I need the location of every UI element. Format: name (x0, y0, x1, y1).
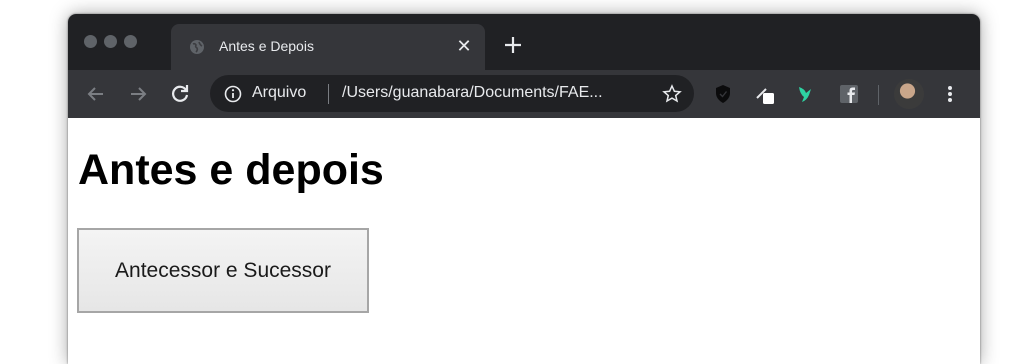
facebook-extension-icon[interactable] (838, 83, 860, 105)
address-separator (328, 84, 329, 104)
pen-extension-icon[interactable] (754, 83, 776, 105)
page-content: Antes e depois Antecessor e Sucessor (68, 118, 980, 364)
close-tab-icon[interactable]: ✕ (454, 35, 474, 57)
tab-strip: Antes e Depois ✕ (68, 14, 980, 70)
bird-extension-icon[interactable] (794, 83, 816, 105)
minimize-window-button[interactable] (104, 35, 117, 48)
info-icon[interactable] (224, 85, 242, 103)
shield-extension-icon[interactable] (712, 83, 734, 105)
forward-arrow-icon[interactable] (126, 82, 150, 106)
toolbar-separator (878, 85, 879, 105)
avatar[interactable] (894, 79, 924, 109)
new-tab-plus-icon[interactable] (502, 34, 524, 56)
reload-icon[interactable] (168, 82, 192, 106)
address-bar[interactable]: Arquivo /Users/guanabara/Documents/FAE..… (210, 75, 694, 112)
tab-title: Antes e Depois (219, 38, 314, 54)
url-text[interactable]: /Users/guanabara/Documents/FAE... (342, 84, 652, 102)
star-icon[interactable] (662, 84, 682, 104)
kebab-menu-icon[interactable] (940, 83, 960, 105)
tab-active[interactable]: Antes e Depois ✕ (171, 24, 485, 70)
page-title: Antes e depois (78, 146, 384, 194)
back-arrow-icon[interactable] (84, 82, 108, 106)
antecessor-sucessor-button[interactable]: Antecessor e Sucessor (77, 228, 369, 313)
maximize-window-button[interactable] (124, 35, 137, 48)
browser-window: Antes e Depois ✕ Arquivo /Users/guanabar (68, 14, 980, 364)
close-window-button[interactable] (84, 35, 97, 48)
browser-toolbar: Arquivo /Users/guanabara/Documents/FAE..… (68, 70, 980, 118)
security-label: Arquivo (252, 84, 307, 101)
globe-icon (190, 40, 204, 54)
